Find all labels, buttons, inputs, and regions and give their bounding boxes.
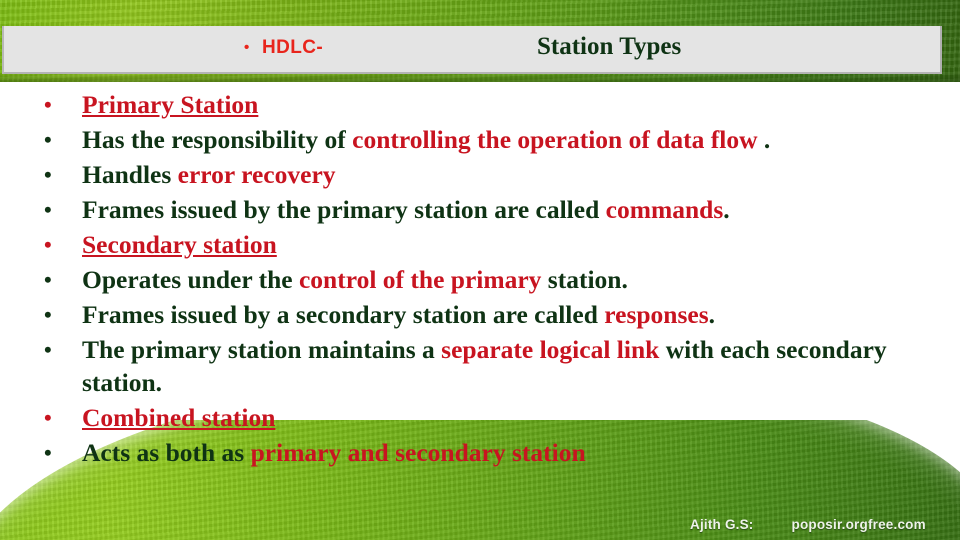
list-item-text: Operates under the — [82, 265, 299, 294]
bullet-icon: • — [44, 162, 52, 187]
bullet-icon: • — [44, 337, 52, 362]
presentation-slide: • HDLC- Station Types • Primary Station • Ha… — [0, 0, 960, 540]
list-item-emphasis: controlling the operation of data flow — [352, 125, 758, 154]
bullet-icon: • — [44, 127, 52, 152]
list-item: • Has the responsibility of controlling t… — [0, 123, 940, 156]
list-item-text: Handles — [82, 160, 178, 189]
list-item-heading: Secondary station — [82, 230, 277, 259]
bullet-icon: • — [44, 197, 52, 222]
list-item-text: Frames issued by the primary station are… — [82, 195, 606, 224]
list-item-text: Frames issued by a secondary station are… — [82, 300, 605, 329]
list-item: • Primary Station — [0, 88, 940, 121]
list-item-text: station. — [541, 265, 628, 294]
bullet-list: • Primary Station • Has the responsibility … — [0, 88, 940, 471]
list-item-text: The primary station maintains a — [82, 335, 442, 364]
bullet-icon: • — [44, 232, 52, 257]
footer-site: poposir.orgfree.com — [791, 517, 926, 532]
list-item: • Frames issued by a secondary station ar… — [0, 298, 940, 331]
list-item-heading: Combined station — [82, 403, 276, 432]
page-title: Station Types — [537, 33, 682, 60]
list-item-emphasis: control of the primary — [298, 265, 542, 294]
list-item-emphasis: commands — [605, 195, 724, 224]
list-item: • The primary station maintains a separat… — [0, 333, 902, 399]
list-item: • Combined station — [0, 401, 940, 434]
bullet-icon: • — [44, 405, 52, 430]
bullet-icon: • — [44, 92, 52, 117]
slide-topic-label: • HDLC- — [244, 37, 323, 59]
list-item-heading: Primary Station — [82, 90, 259, 119]
bullet-icon: • — [44, 267, 52, 292]
list-item-text: . — [757, 125, 771, 154]
list-item-emphasis: primary and secondary station — [250, 438, 586, 467]
list-item-text: . — [708, 300, 716, 329]
slide-title-bar: • HDLC- Station Types — [2, 26, 942, 74]
list-item: • Handles error recovery — [0, 158, 940, 191]
list-item-emphasis: responses — [604, 300, 709, 329]
list-item-text: . — [723, 195, 730, 224]
list-item-text: Has the responsibility of — [82, 125, 353, 154]
list-item-text: Acts as both as — [82, 438, 251, 467]
footer-author: Ajith G.S: — [690, 517, 754, 532]
list-item-emphasis: separate logical link — [441, 335, 660, 364]
list-item: • Acts as both as primary and secondary s… — [0, 436, 940, 469]
list-item: • Operates under the control of the prima… — [0, 263, 940, 296]
list-item: • Secondary station — [0, 228, 940, 261]
topic-bullet-icon: • — [244, 39, 250, 56]
list-item: • Frames issued by the primary station ar… — [0, 193, 940, 226]
bullet-icon: • — [44, 440, 52, 465]
bullet-icon: • — [44, 302, 52, 327]
topic-text: HDLC- — [262, 37, 324, 58]
slide-footer: Ajith G.S: poposir.orgfree.com — [690, 517, 926, 532]
list-item-emphasis: error recovery — [177, 160, 336, 189]
